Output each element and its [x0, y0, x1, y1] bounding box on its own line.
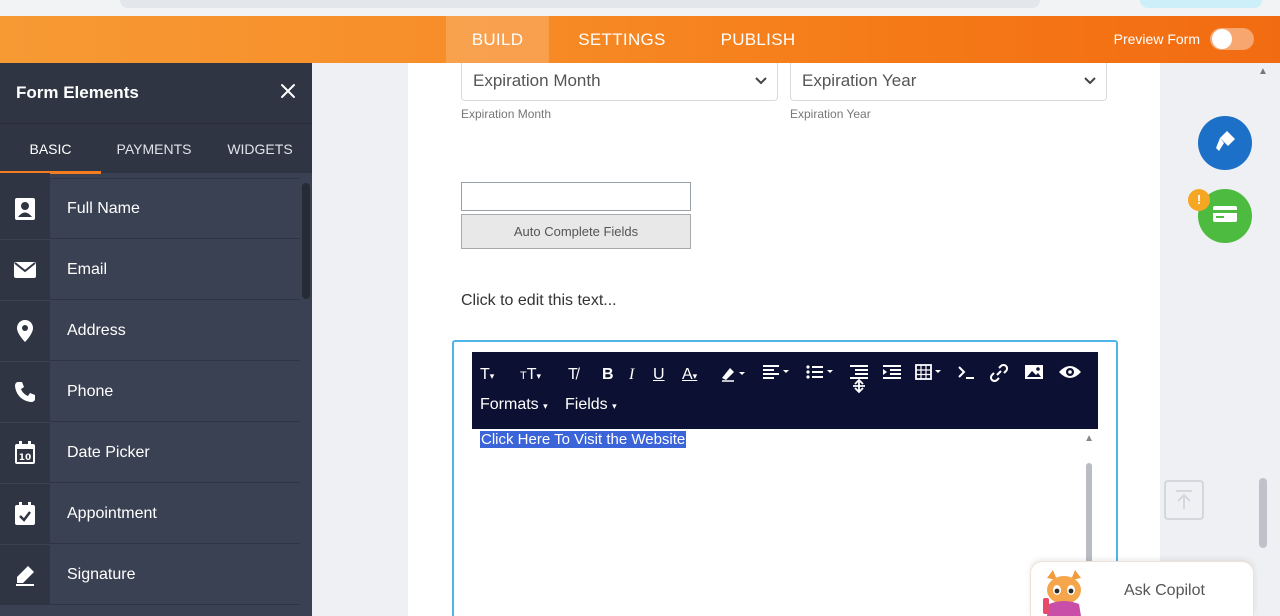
tab-basic[interactable]: BASIC	[0, 124, 101, 174]
chevron-down-icon	[1084, 63, 1096, 99]
autocomplete-input[interactable]	[461, 182, 691, 211]
svg-text:10: 10	[19, 453, 32, 463]
clear-format-icon[interactable]: T̸	[568, 364, 578, 386]
tab-settings[interactable]: SETTINGS	[566, 16, 678, 63]
expiration-month-select[interactable]: Expiration Month	[461, 63, 778, 101]
phone-icon	[0, 362, 50, 422]
sidebar-item-full-name[interactable]: Full Name	[0, 179, 300, 239]
editor-content-area[interactable]: Click Here To Visit the Website ▲	[472, 429, 1098, 616]
tab-payments[interactable]: PAYMENTS	[106, 124, 202, 174]
address-bar[interactable]	[120, 0, 1040, 8]
align-icon[interactable]	[762, 364, 792, 386]
form-page: Expiration Month Expiration Month Expira…	[408, 63, 1160, 616]
highlight-icon[interactable]	[720, 364, 746, 386]
tab-widgets[interactable]: WIDGETS	[216, 124, 304, 174]
editable-text[interactable]: Click to edit this text...	[461, 292, 617, 310]
chevron-down-icon	[755, 63, 767, 99]
toggle-knob	[1212, 29, 1232, 49]
sidebar-item-address[interactable]: Address	[0, 301, 300, 361]
sidebar-item-label: Email	[67, 261, 108, 278]
sidebar-item-phone[interactable]: Phone	[0, 362, 300, 422]
indent-icon[interactable]	[882, 364, 902, 386]
sidebar-item-label: Full Name	[67, 200, 140, 217]
select-value: Expiration Year	[802, 71, 917, 90]
sidebar-item-label: Date Picker	[67, 444, 150, 461]
sidebar-item-label: Signature	[67, 566, 136, 583]
sidebar-item-label: Phone	[67, 383, 114, 400]
top-nav-bar: BUILD SETTINGS PUBLISH Preview Form	[0, 16, 1280, 63]
sidebar-scrollbar[interactable]	[302, 183, 310, 299]
ask-copilot-button[interactable]: Ask Copilot	[1030, 561, 1254, 616]
sidebar-element-list: Full Name Email Address Phone 10 Date Pi…	[0, 173, 312, 616]
expiration-year-sublabel: Expiration Year	[790, 107, 871, 121]
calendar-check-icon	[0, 484, 50, 544]
calendar-icon: 10	[0, 423, 50, 483]
browser-pill[interactable]	[1140, 0, 1262, 8]
italic-icon[interactable]: I	[629, 364, 634, 386]
form-designer-button[interactable]	[1198, 116, 1252, 170]
sidebar-item-signature[interactable]: Signature	[0, 545, 300, 605]
browser-chrome	[0, 0, 1280, 16]
font-family-icon[interactable]: T▾	[480, 364, 494, 386]
sidebar-item-date-picker[interactable]: 10 Date Picker	[0, 423, 300, 483]
formats-dropdown[interactable]: Formats ▾	[480, 396, 548, 414]
copilot-cat-avatar-icon	[1039, 568, 1089, 616]
paint-roller-icon	[1212, 128, 1238, 159]
preview-form-toggle[interactable]	[1210, 28, 1254, 50]
underline-icon[interactable]: U	[653, 364, 665, 386]
editor-toolbar: T▾ TT▾ T̸ B I U A▾ Formats ▾ Fields ▾	[472, 352, 1098, 429]
list-icon[interactable]	[806, 364, 836, 386]
preview-eye-icon[interactable]	[1058, 364, 1082, 386]
fields-dropdown[interactable]: Fields ▾	[565, 396, 617, 414]
arrow-up-icon	[1164, 480, 1204, 520]
select-value: Expiration Month	[473, 71, 601, 90]
sidebar-item-appointment[interactable]: Appointment	[0, 484, 300, 544]
rich-text-editor: T▾ TT▾ T̸ B I U A▾ Formats ▾ Fields ▾ Cl…	[452, 340, 1118, 616]
sidebar-item-label: Appointment	[67, 505, 157, 522]
warning-badge: !	[1188, 189, 1210, 211]
link-icon[interactable]	[989, 363, 1009, 386]
pen-icon	[0, 545, 50, 605]
sidebar-tabs: BASIC PAYMENTS WIDGETS	[0, 123, 312, 174]
location-pin-icon	[0, 301, 50, 361]
credit-card-icon	[1212, 204, 1238, 229]
outdent-icon[interactable]	[849, 364, 869, 394]
scroll-up-arrow-icon[interactable]: ▲	[1084, 433, 1094, 444]
sidebar-item-email[interactable]: Email	[0, 240, 300, 300]
expiration-month-sublabel: Expiration Month	[461, 107, 552, 121]
go-to-top-button[interactable]	[1156, 480, 1212, 548]
sidebar-title: Form Elements	[16, 83, 139, 102]
close-icon[interactable]	[280, 79, 296, 104]
sidebar-item-label: Address	[67, 322, 126, 339]
preview-form-label: Preview Form	[1113, 31, 1200, 47]
form-canvas: Expiration Month Expiration Month Expira…	[312, 63, 1280, 616]
tab-publish[interactable]: PUBLISH	[710, 16, 806, 63]
formats-label: Formats	[480, 396, 539, 413]
editor-scrollbar[interactable]	[1086, 463, 1092, 563]
page-scroll-up-icon[interactable]: ▲	[1258, 66, 1268, 77]
fields-label: Fields	[565, 396, 608, 413]
tab-build[interactable]: BUILD	[446, 16, 549, 63]
form-elements-sidebar: Form Elements BASIC PAYMENTS WIDGETS Ful…	[0, 63, 312, 616]
code-icon[interactable]	[957, 364, 975, 386]
selected-link-text[interactable]: Click Here To Visit the Website	[480, 431, 687, 448]
image-icon[interactable]	[1024, 364, 1044, 386]
auto-complete-fields-button[interactable]: Auto Complete Fields	[461, 214, 691, 249]
page-scrollbar[interactable]	[1259, 478, 1267, 548]
user-card-icon	[0, 179, 50, 239]
sidebar-header: Form Elements	[0, 63, 312, 123]
font-size-icon[interactable]: TT▾	[520, 364, 541, 386]
expiration-year-select[interactable]: Expiration Year	[790, 63, 1107, 101]
envelope-icon	[0, 240, 50, 300]
table-icon[interactable]	[915, 364, 945, 386]
bold-icon[interactable]: B	[602, 364, 614, 386]
ask-copilot-label: Ask Copilot	[1124, 582, 1205, 599]
text-color-icon[interactable]: A▾	[682, 364, 697, 386]
